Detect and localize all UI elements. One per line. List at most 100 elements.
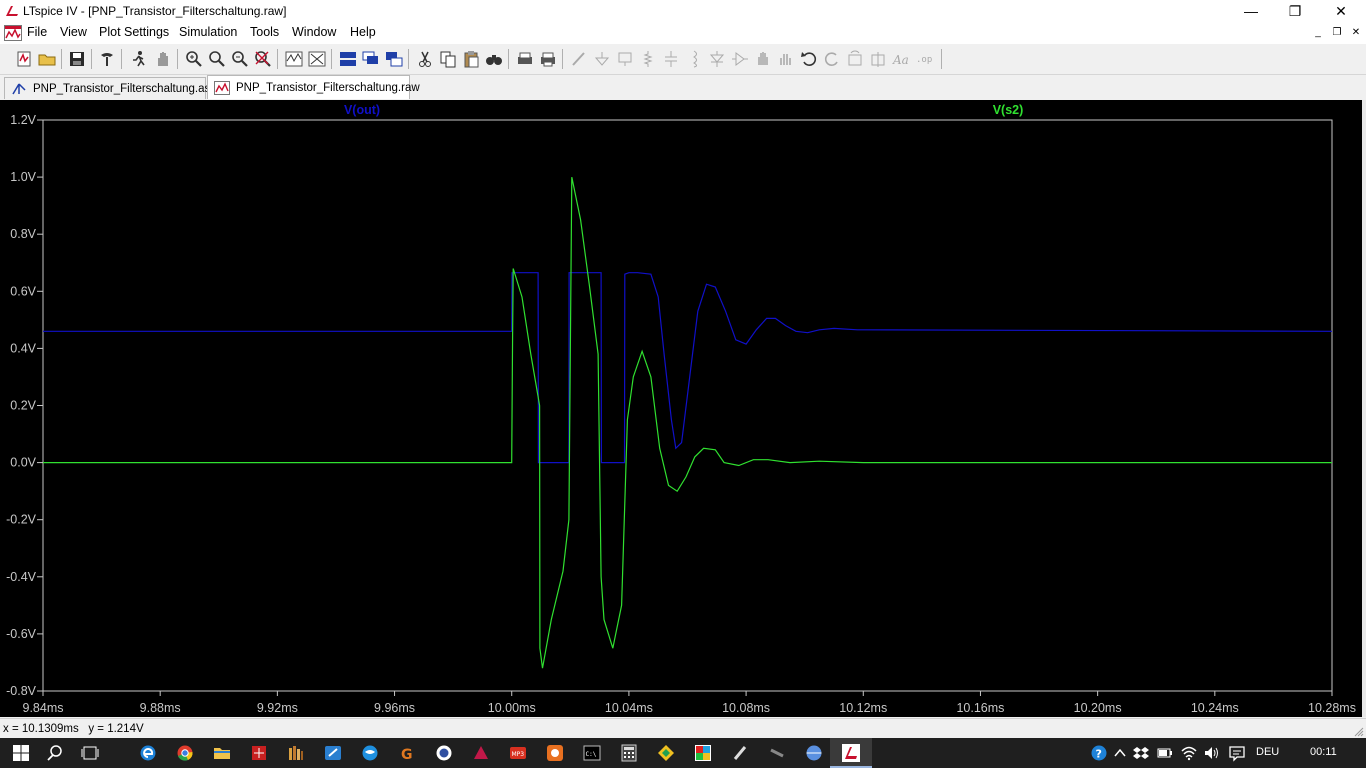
svg-text:MP3: MP3 [512,751,525,758]
antivirus-app-icon[interactable] [472,744,490,762]
zoom-area-icon[interactable] [184,49,204,69]
tile-vertical-icon[interactable] [384,49,404,69]
start-windows-icon[interactable] [12,744,30,762]
calculator-icon[interactable] [620,744,638,762]
edge-browser-icon[interactable] [139,744,157,762]
copy-icon[interactable] [438,49,458,69]
toolbar-separator [91,49,92,69]
move-hand-icon [753,49,773,69]
save-icon[interactable] [67,49,87,69]
undo-icon[interactable] [799,49,819,69]
pan-icon[interactable] [207,49,227,69]
input-language[interactable]: DEU [1256,746,1279,758]
toolbar-separator [177,49,178,69]
waveform-plot-pane[interactable]: 1.2V 1.0V 0.8V 0.6V 0.4V 0.2V 0.0V -0.2V -0.4V -0… [0,100,1362,717]
window-close-button[interactable]: ✕ [1318,0,1364,22]
x-tick-label: 10.20ms [1074,701,1122,715]
task-view-icon[interactable] [81,744,99,762]
x-tick-label: 10.16ms [956,701,1004,715]
help-icon[interactable]: ? [1090,744,1108,762]
wifi-icon[interactable] [1180,744,1198,762]
chevron-up-icon[interactable] [1111,744,1129,762]
window-minimize-button[interactable]: — [1228,0,1274,22]
zoom-full-extents-icon[interactable] [253,49,273,69]
browser-globe-icon[interactable] [805,744,823,762]
plot-vertical-edge [1362,100,1366,717]
halt-hand-icon[interactable] [153,49,173,69]
redo-icon [822,49,842,69]
y-tick-label: 0.6V [10,284,36,298]
resistor-icon [638,49,658,69]
file-explorer-icon[interactable] [213,744,231,762]
dark-app-icon[interactable] [768,744,786,762]
trace-label[interactable]: V(s2) [993,103,1024,117]
library-app-icon[interactable] [287,744,305,762]
cut-icon[interactable] [415,49,435,69]
trace-label[interactable]: V(out) [344,103,380,117]
y-tick-label: 0.4V [10,341,36,355]
tab-waveform[interactable]: PNP_Transistor_Filterschaltung.raw [207,75,420,99]
x-tick-label: 10.04ms [605,701,653,715]
y-tick-label: 0.8V [10,227,36,241]
waveform-document-icon[interactable] [4,25,22,41]
toolbar-separator [277,49,278,69]
document-close-button[interactable]: ✕ [1348,26,1364,40]
circuit-app-icon[interactable] [250,744,268,762]
svg-text:G: G [401,747,413,762]
menu-plot-settings[interactable]: Plot Settings [99,25,169,39]
tool-app-icon[interactable] [324,744,342,762]
notifications-icon[interactable] [1228,744,1246,762]
autorange-icon[interactable] [284,49,304,69]
cascade-windows-icon[interactable] [361,49,381,69]
tile-horizontal-icon[interactable] [338,49,358,69]
office-app-icon[interactable] [546,744,564,762]
find-icon[interactable] [484,49,504,69]
pen-app-icon[interactable] [731,744,749,762]
menu-help[interactable]: Help [350,25,376,39]
git-app-icon[interactable] [657,744,675,762]
run-icon[interactable] [129,49,149,69]
mp3-app-icon[interactable]: MP3 [509,744,527,762]
x-tick-label: 9.88ms [140,701,181,715]
menu-view[interactable]: View [60,25,87,39]
vpn-app-icon[interactable] [435,744,453,762]
menu-file[interactable]: File [27,25,47,39]
ltspice-taskbar-icon[interactable] [842,744,860,762]
document-restore-button[interactable]: ❐ [1329,26,1345,40]
y-tick-label: -0.2V [6,513,37,527]
mark-pane-icon[interactable] [307,49,327,69]
dropbox-icon[interactable] [1132,744,1150,762]
menu-simulation[interactable]: Simulation [179,25,237,39]
open-folder-icon[interactable] [37,49,57,69]
x-tick-label: 10.28ms [1308,701,1356,715]
menu-window[interactable]: Window [292,25,336,39]
search-icon[interactable] [46,744,64,762]
chrome-browser-icon[interactable] [176,744,194,762]
toolbar-separator [562,49,563,69]
waveform-chart[interactable]: 1.2V 1.0V 0.8V 0.6V 0.4V 0.2V 0.0V -0.2V -0.4V -0… [0,100,1362,717]
svg-text:Aa: Aa [892,53,909,67]
print-preview-icon[interactable] [515,49,535,69]
tab-schematic-label: PNP_Transistor_Filterschaltung.asc [33,83,217,95]
paste-icon[interactable] [461,49,481,69]
globe-app-icon[interactable] [361,744,379,762]
paint-app-icon[interactable] [694,744,712,762]
volume-icon[interactable] [1203,744,1221,762]
tab-schematic[interactable]: PNP_Transistor_Filterschaltung.asc [4,77,216,99]
new-schematic-icon[interactable] [14,49,34,69]
clock[interactable]: 00:11 [1310,746,1337,758]
command-prompt-icon[interactable]: C:\ [583,744,601,762]
print-icon[interactable] [538,49,558,69]
control-panel-icon[interactable] [97,49,117,69]
document-minimize-button[interactable]: _ [1310,26,1326,40]
cursor-readout: x = 10.1309ms y = 1.214V [3,723,144,735]
resize-grip-icon[interactable] [1354,727,1364,737]
gadget-app-icon[interactable]: G [398,744,416,763]
y-tick-label: 1.2V [10,113,36,127]
window-restore-button[interactable]: ❐ [1272,0,1318,22]
y-tick-label: -0.8V [6,684,37,698]
menu-tools[interactable]: Tools [250,25,279,39]
toolbar-separator [508,49,509,69]
battery-icon[interactable] [1156,744,1174,762]
zoom-out-icon[interactable] [230,49,250,69]
